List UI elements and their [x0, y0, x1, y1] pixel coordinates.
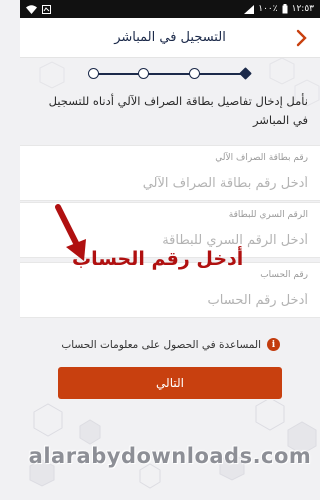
account-number-input[interactable] [32, 287, 308, 313]
step-2-indicator [189, 68, 200, 79]
atm-card-number-label: رقم بطاقة الصراف الآلي [215, 153, 308, 163]
atm-card-number-input[interactable] [32, 170, 308, 196]
step-1-indicator-current [239, 67, 252, 80]
account-number-label: رقم الحساب [260, 270, 308, 280]
account-number-field: رقم الحساب [20, 262, 320, 318]
battery-percentage: ١٠٠٪ [258, 4, 278, 14]
chevron-right-icon [296, 29, 307, 47]
step-4-indicator [88, 68, 99, 79]
instructions-text: نأمل إدخال تفاصيل بطاقة الصراف الآلي أدن… [48, 94, 308, 127]
info-icon: i [267, 338, 280, 351]
card-pin-label: الرقم السري للبطاقة [228, 210, 308, 220]
app-notification-icon [42, 4, 51, 14]
app-header: التسجيل في المباشر [20, 18, 320, 58]
status-time: ١٢:٥٣ [291, 4, 314, 14]
stepper-line [94, 73, 246, 75]
status-system: ١٠٠٪ ١٢:٥٣ [244, 4, 314, 14]
battery-icon [282, 4, 288, 14]
page-title: التسجيل في المباشر [114, 30, 226, 45]
signal-icon [244, 4, 255, 14]
status-notifications [26, 4, 51, 14]
next-button[interactable]: التالي [58, 367, 282, 399]
annotation-label: أدخل رقم الحساب [72, 248, 244, 270]
wifi-icon [26, 4, 37, 14]
atm-card-number-field: رقم بطاقة الصراف الآلي [20, 145, 320, 201]
watermark: alarabydownloads.com [28, 444, 312, 468]
help-link-text: المساعدة في الحصول على معلومات الحساب [61, 338, 261, 351]
back-button[interactable] [292, 28, 312, 48]
status-bar: ١٠٠٪ ١٢:٥٣ [20, 0, 320, 18]
account-info-help-link[interactable]: i المساعدة في الحصول على معلومات الحساب [61, 338, 280, 351]
step-3-indicator [138, 68, 149, 79]
progress-stepper [88, 67, 252, 80]
